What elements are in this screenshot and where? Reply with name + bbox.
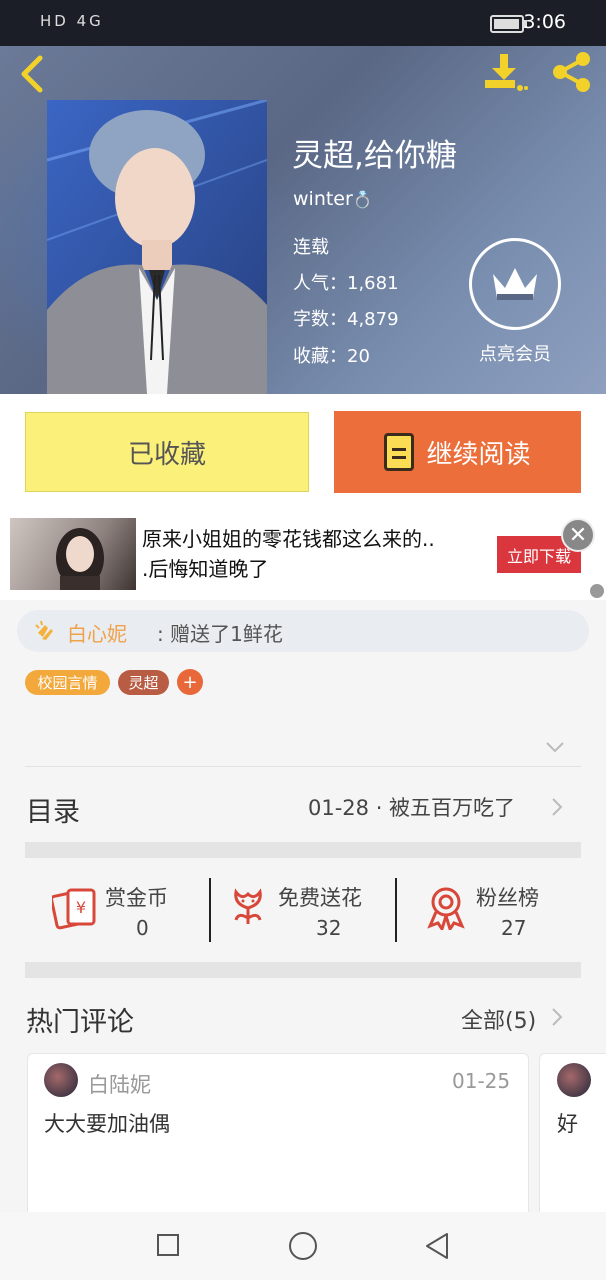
free-flowers-button[interactable]: 免费送花 32 <box>230 880 390 944</box>
stat-popularity: 人气：1,681 <box>293 273 399 294</box>
collected-button[interactable]: 已收藏 <box>25 412 309 492</box>
comment-date: 01-25 <box>452 1069 511 1093</box>
download-button[interactable] <box>482 50 528 94</box>
avatar[interactable] <box>557 1063 591 1097</box>
ad-image[interactable] <box>10 518 136 590</box>
coin-envelope-icon: ¥ <box>52 888 96 930</box>
reward-coins-value: 0 <box>136 916 149 940</box>
comment-text: 大大要加油偶 <box>44 1112 170 1136</box>
back-button[interactable] <box>16 52 50 96</box>
fan-ranking-value: 27 <box>501 916 527 940</box>
avatar[interactable] <box>44 1063 78 1097</box>
divider <box>25 766 581 767</box>
author-name[interactable]: winter💍 <box>293 188 373 210</box>
close-icon[interactable]: ✕ <box>561 518 595 552</box>
tag-campus-romance[interactable]: 校园言情 <box>25 670 110 695</box>
nav-square-icon[interactable] <box>157 1234 179 1256</box>
gift-user[interactable]: 白心妮 <box>67 618 127 647</box>
reward-coins-label: 赏金币 <box>105 886 168 910</box>
status-indicators: HD 4G <box>40 12 104 30</box>
catalog-label[interactable]: 目录 <box>26 790 80 829</box>
tag-lingchao[interactable]: 灵超 <box>118 670 169 695</box>
free-flowers-label: 免费送花 <box>278 886 362 910</box>
flower-icon <box>234 888 262 924</box>
nav-circle-icon[interactable] <box>289 1232 317 1260</box>
battery-icon <box>490 15 527 33</box>
vip-button[interactable]: 点亮会员 <box>462 238 568 370</box>
stat-word-count: 字数：4,879 <box>293 309 399 330</box>
hot-comments-label: 热门评论 <box>26 1007 134 1038</box>
gift-notice: 白心妮 : 赠送了1鲜花 <box>17 610 589 652</box>
chevron-right-icon[interactable] <box>550 797 564 817</box>
svg-text:¥: ¥ <box>76 898 86 917</box>
divider <box>209 878 211 942</box>
chevron-down-icon[interactable] <box>544 736 566 758</box>
book-icon <box>384 433 415 471</box>
clap-icon <box>35 620 53 640</box>
ad-text-line-2: .后悔知道晚了 <box>142 557 269 581</box>
status-time: 3:06 <box>523 11 566 33</box>
chevron-right-icon[interactable] <box>550 1007 564 1027</box>
ad-text[interactable]: 原来小姐姐的零花钱都这么来的.. .后悔知道晚了 <box>142 524 492 584</box>
comment-text: 好 <box>557 1112 578 1136</box>
comment-user[interactable]: 白陆妮 <box>88 1069 151 1099</box>
status-bar: HD 4G 3:06 <box>0 0 606 46</box>
continue-reading-label: 继续阅读 <box>426 439 531 470</box>
stat-favorites: 收藏：20 <box>293 346 370 367</box>
author-label: winter <box>293 188 353 210</box>
divider <box>395 878 397 942</box>
fan-ranking-button[interactable]: 粉丝榜 27 <box>426 880 566 944</box>
fan-ranking-label: 粉丝榜 <box>476 886 539 910</box>
gift-message: : 赠送了1鲜花 <box>157 622 283 646</box>
section-separator <box>25 962 581 978</box>
nav-back-icon[interactable] <box>423 1231 451 1261</box>
ribbon-medal-icon <box>427 887 465 930</box>
section-separator <box>25 842 581 858</box>
ad-info-icon[interactable] <box>590 584 604 598</box>
vip-label: 点亮会员 <box>479 344 551 365</box>
book-cover-image[interactable] <box>47 100 267 394</box>
crown-icon <box>469 238 561 330</box>
serial-status: 连载 <box>293 237 329 258</box>
share-icon <box>553 52 590 92</box>
ring-icon: 💍 <box>352 190 373 209</box>
add-tag-button[interactable]: + <box>177 669 203 695</box>
back-icon <box>21 55 43 93</box>
share-button[interactable] <box>548 50 594 94</box>
continue-reading-button[interactable]: 继续阅读 <box>334 411 581 493</box>
latest-chapter[interactable]: 01-28 · 被五百万吃了 <box>308 792 515 822</box>
ad-text-line-1: 原来小姐姐的零花钱都这么来的.. <box>142 527 435 551</box>
reward-coins-button[interactable]: ¥ 赏金币 0 <box>52 880 202 944</box>
book-title: 灵超,给你糖 <box>292 138 457 174</box>
free-flowers-value: 32 <box>316 916 342 940</box>
all-comments-link[interactable]: 全部(5) <box>461 1003 536 1035</box>
download-icon <box>485 54 528 91</box>
